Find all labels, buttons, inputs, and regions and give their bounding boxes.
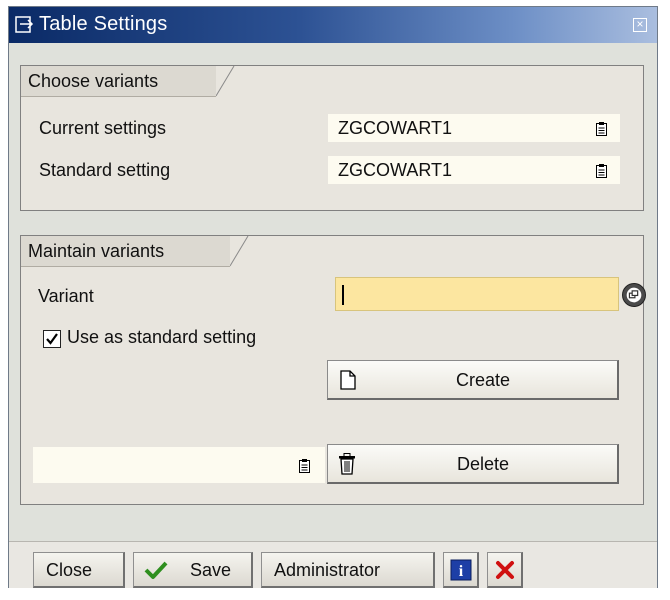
administrator-button[interactable]: Administrator <box>261 552 435 588</box>
choose-variants-title: Choose variants <box>28 71 159 91</box>
delete-variant-field[interactable] <box>33 447 325 483</box>
choose-variants-group: Choose variants Current settings ZGCOWAR… <box>20 65 644 211</box>
use-as-standard-checkbox[interactable] <box>43 330 61 348</box>
value-help-icon[interactable] <box>299 459 310 473</box>
maintain-variants-tab: Maintain variants <box>21 236 230 267</box>
tab-slant-decoration <box>216 66 235 97</box>
trash-icon <box>339 453 355 475</box>
information-icon: i <box>450 559 472 581</box>
create-button[interactable]: Create <box>327 360 619 400</box>
info-button[interactable]: i <box>443 552 479 588</box>
standard-setting-field[interactable]: ZGCOWART1 <box>328 156 620 184</box>
close-button[interactable]: Close <box>33 552 125 588</box>
choose-variants-tab: Choose variants <box>21 66 216 97</box>
footer-toolbar: Close Save Administrator i <box>9 541 657 588</box>
current-settings-field[interactable]: ZGCOWART1 <box>328 114 620 142</box>
delete-button[interactable]: Delete <box>327 444 619 484</box>
table-settings-dialog: Table Settings × Choose variants Current… <box>8 6 658 588</box>
close-label: Close <box>46 560 93 580</box>
save-label: Save <box>190 560 232 580</box>
new-document-icon <box>340 370 356 390</box>
save-button[interactable]: Save <box>133 552 253 588</box>
checkmark-glyph <box>46 333 58 345</box>
cancel-button[interactable] <box>487 552 523 588</box>
table-settings-icon <box>15 16 34 33</box>
standard-setting-label: Standard setting <box>39 160 171 180</box>
administrator-label: Administrator <box>274 560 381 580</box>
text-cursor <box>342 285 344 305</box>
current-settings-label: Current settings <box>39 118 167 138</box>
create-label: Create <box>456 370 511 390</box>
svg-text:i: i <box>459 563 464 580</box>
title-bar: Table Settings × <box>9 7 657 43</box>
maintain-variants-title: Maintain variants <box>28 241 165 261</box>
possible-entries-icon[interactable] <box>622 283 646 307</box>
variant-label: Variant <box>38 286 94 306</box>
checkmark-icon <box>144 561 168 579</box>
dialog-title: Table Settings <box>39 13 168 35</box>
delete-label: Delete <box>457 454 510 474</box>
value-help-icon[interactable] <box>596 122 607 136</box>
standard-setting-value: ZGCOWART1 <box>338 160 453 180</box>
current-settings-value: ZGCOWART1 <box>338 118 453 138</box>
variant-input[interactable] <box>335 277 619 311</box>
cancel-icon <box>496 561 514 579</box>
use-as-standard-label[interactable]: Use as standard setting <box>67 327 256 348</box>
value-help-icon[interactable] <box>596 164 607 178</box>
tab-slant-decoration <box>230 236 249 267</box>
close-window-icon[interactable]: × <box>633 18 647 32</box>
